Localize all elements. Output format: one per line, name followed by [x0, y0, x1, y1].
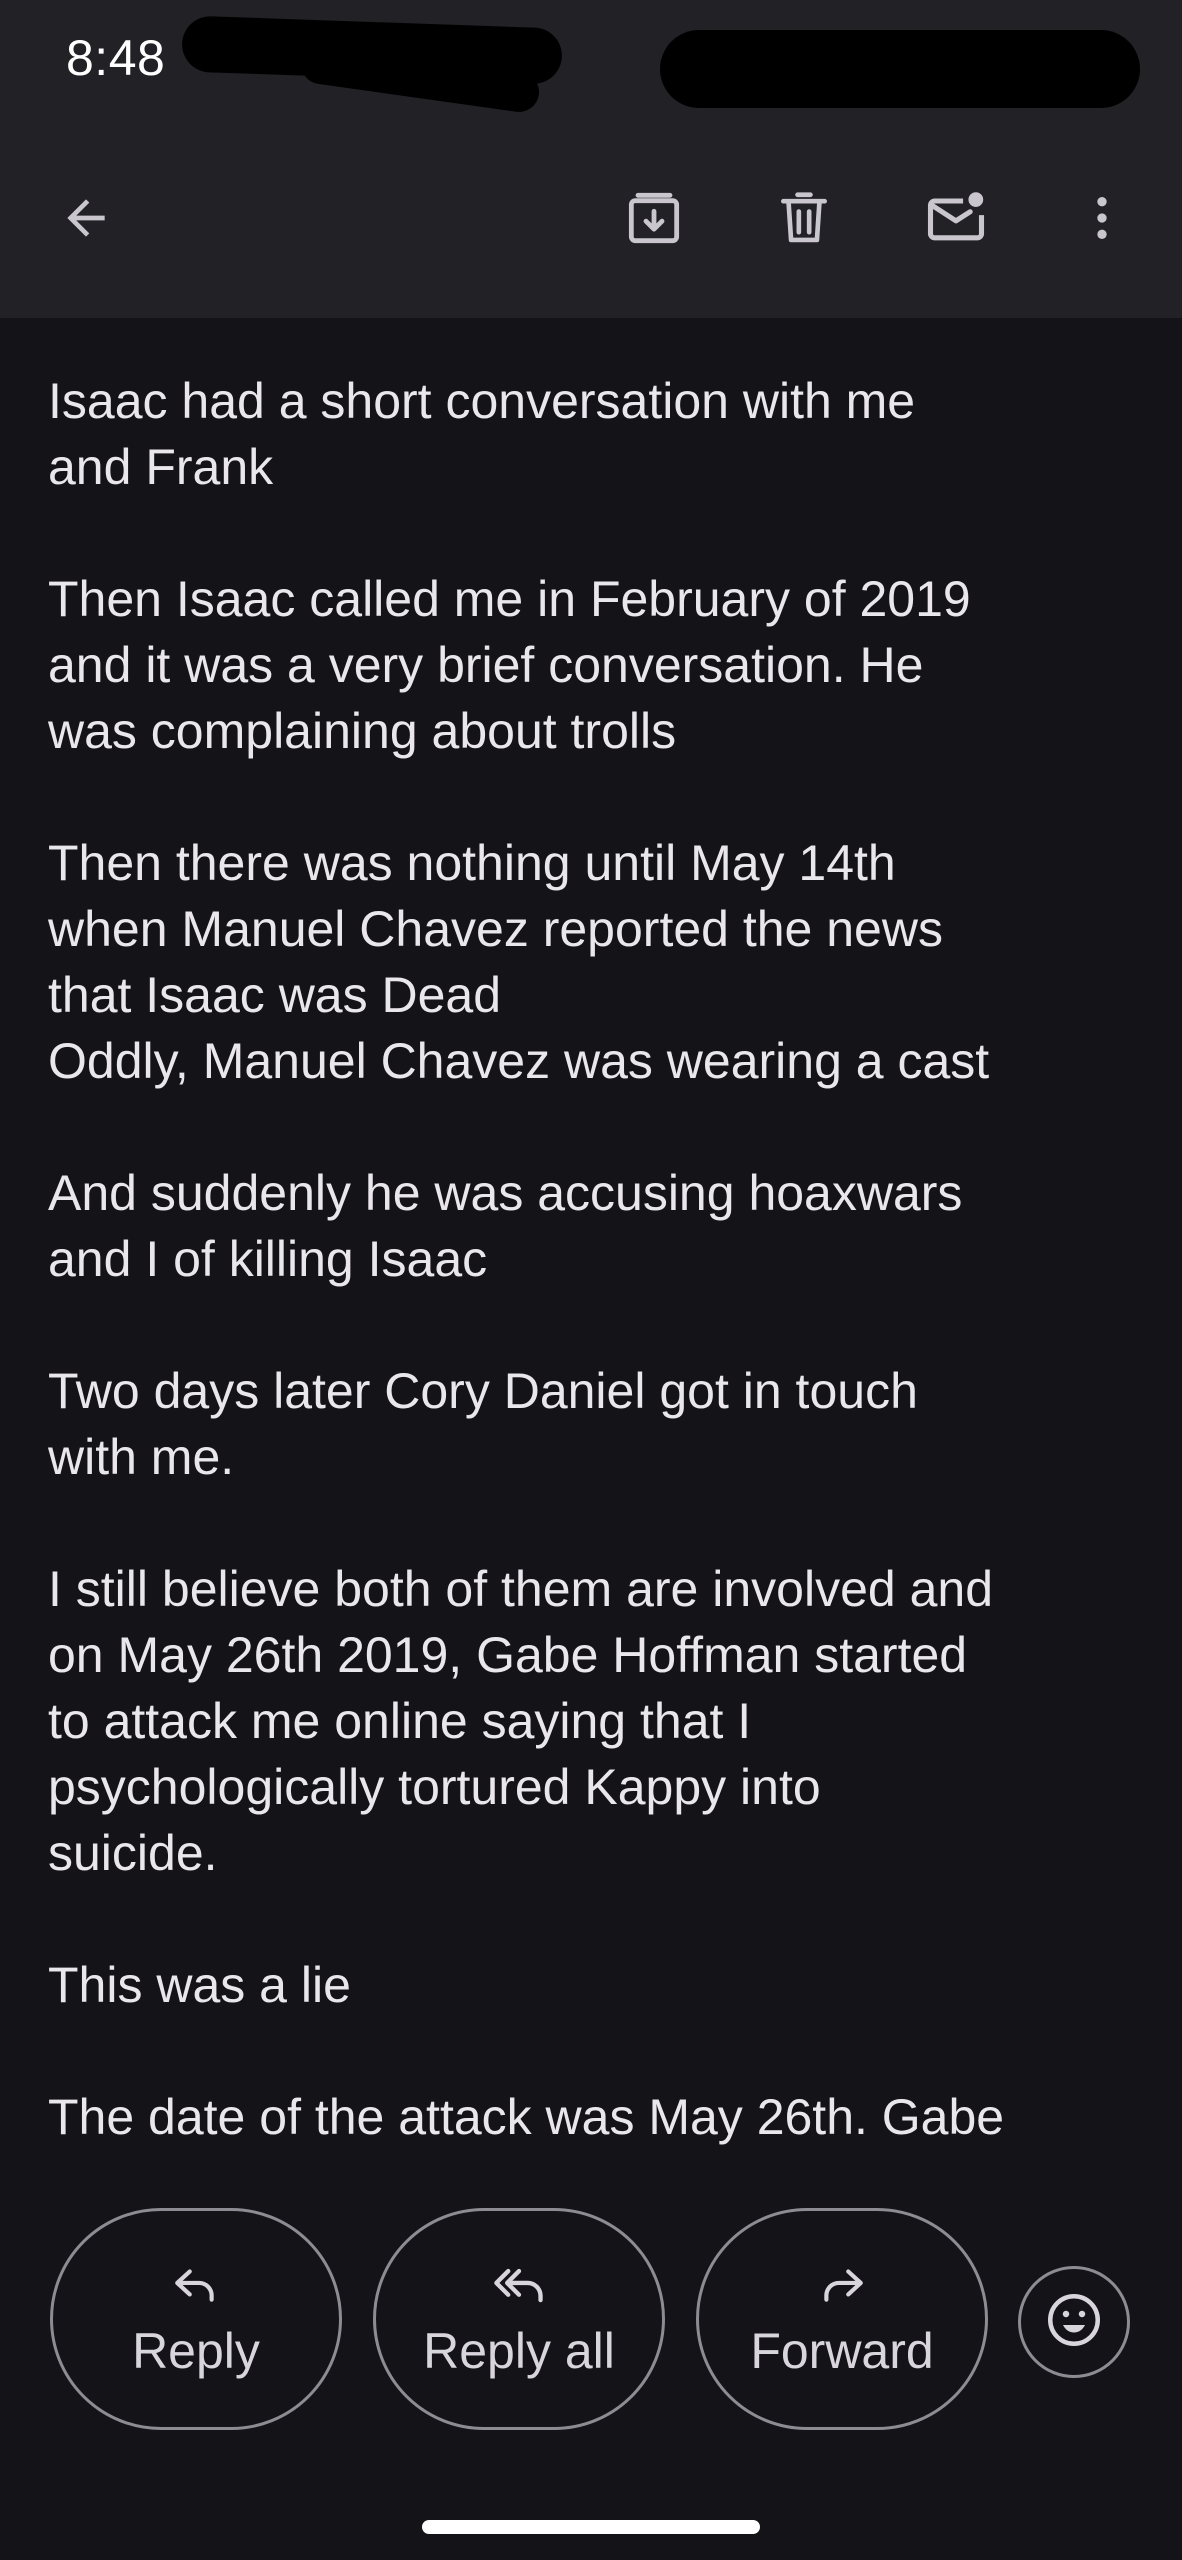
delete-button[interactable]	[756, 170, 852, 266]
trash-icon	[773, 187, 835, 249]
message-paragraph: This was a lie	[48, 1957, 351, 2013]
reply-label: Reply	[132, 2323, 260, 2379]
message-paragraph: And suddenly he was accusing hoaxwars an…	[48, 1165, 963, 1287]
reply-all-icon	[491, 2259, 547, 2309]
message-body: Isaac had a short conversation with me a…	[48, 368, 1148, 2158]
back-button[interactable]	[38, 170, 134, 266]
status-time: 8:48	[66, 30, 166, 86]
message-paragraph: Isaac had a short conversation with me a…	[48, 373, 916, 495]
message-paragraph: Then there was nothing until May 14th wh…	[48, 835, 990, 1089]
home-indicator[interactable]	[422, 2520, 760, 2534]
emoji-reaction-button[interactable]	[1018, 2266, 1130, 2378]
archive-icon	[622, 186, 686, 250]
forward-button[interactable]: Forward	[696, 2208, 988, 2430]
mark-unread-button[interactable]	[908, 170, 1004, 266]
archive-button[interactable]	[606, 170, 702, 266]
more-vert-icon	[1074, 190, 1130, 246]
reply-actions-bar: Reply Reply all Forward	[0, 2160, 1182, 2560]
message-paragraph: Two days later Cory Daniel got in touch …	[48, 1363, 918, 1485]
arrow-left-icon	[58, 190, 114, 246]
reply-all-label: Reply all	[423, 2323, 615, 2379]
emoji-icon	[1044, 2290, 1104, 2355]
message-paragraph: Then Isaac called me in February of 2019…	[48, 571, 971, 759]
forward-label: Forward	[750, 2323, 934, 2379]
redaction-mark	[660, 30, 1140, 108]
top-app-bar: 8:48	[0, 0, 1182, 318]
more-options-button[interactable]	[1054, 170, 1150, 266]
message-paragraph: The date of the attack was May 26th. Gab…	[48, 2089, 1005, 2145]
forward-icon	[817, 2259, 867, 2309]
message-paragraph: I still believe both of them are involve…	[48, 1561, 993, 1881]
reply-all-button[interactable]: Reply all	[373, 2208, 665, 2430]
reply-button[interactable]: Reply	[50, 2208, 342, 2430]
mail-unread-icon	[922, 184, 990, 252]
reply-icon	[171, 2259, 221, 2309]
